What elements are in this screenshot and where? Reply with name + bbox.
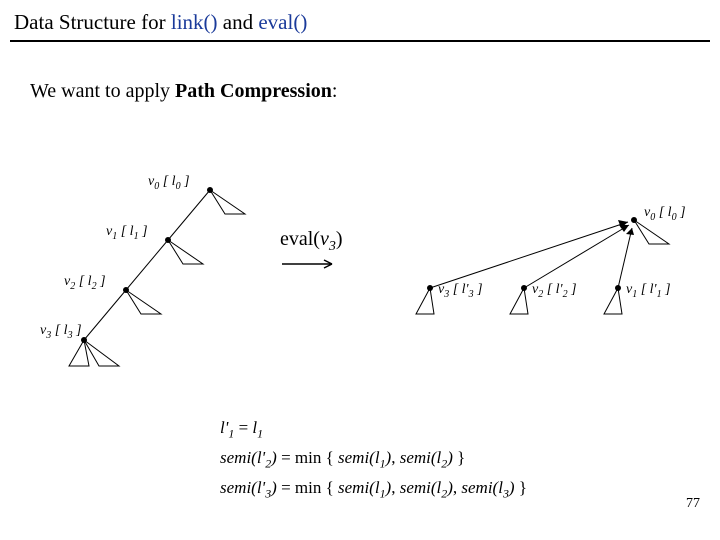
svg-text:v1 [ l1 ]: v1 [ l1 ] (106, 224, 148, 242)
svg-text:v0 [ l0 ]: v0 [ l0 ] (148, 174, 190, 192)
eval-fn: eval( (280, 228, 320, 250)
intro-post: : (332, 80, 338, 102)
svg-text:v2 [ l2 ]: v2 [ l2 ] (64, 274, 106, 292)
eval-close: ) (336, 228, 343, 250)
formula-3: semi(l'3) = min { semi(l1), semi(l2), se… (220, 478, 527, 501)
intro-text: We want to apply Path Compression: (30, 80, 337, 103)
page-number: 77 (686, 496, 700, 512)
svg-text:v1 [ l'1 ]: v1 [ l'1 ] (626, 282, 671, 300)
tree-before: v0 [ l0 ] v1 [ l1 ] v2 [ l2 ] v3 [ l3 ] (40, 170, 260, 400)
intro-bold: Path Compression (175, 80, 332, 102)
title-underline (10, 40, 710, 42)
svg-text:v3 [ l3 ]: v3 [ l3 ] (40, 323, 82, 341)
svg-text:v3 [ l'3 ]: v3 [ l'3 ] (438, 282, 483, 300)
tree-after: v0 [ l0 ] v3 [ l'3 ] v2 [ l'2 ] v1 [ l'1… (400, 198, 702, 338)
eval-label: eval(v3) (280, 228, 343, 255)
svg-text:v2 [ l'2 ]: v2 [ l'2 ] (532, 282, 577, 300)
arrow-icon (280, 258, 340, 270)
title-fn-eval: eval() (258, 10, 307, 34)
intro-pre: We want to apply (30, 80, 175, 102)
formula-1: l'1 = l1 (220, 418, 263, 441)
title-fn-link: link() (171, 10, 218, 34)
svg-text:v0 [ l0 ]: v0 [ l0 ] (644, 205, 686, 223)
eval-var: v (320, 228, 329, 250)
slide-title: Data Structure for link() and eval() (14, 10, 307, 35)
formula-2: semi(l'2) = min { semi(l1), semi(l2) } (220, 448, 465, 471)
title-text-mid: and (218, 10, 259, 34)
title-text-pre: Data Structure for (14, 10, 171, 34)
eval-sub: 3 (329, 239, 336, 254)
